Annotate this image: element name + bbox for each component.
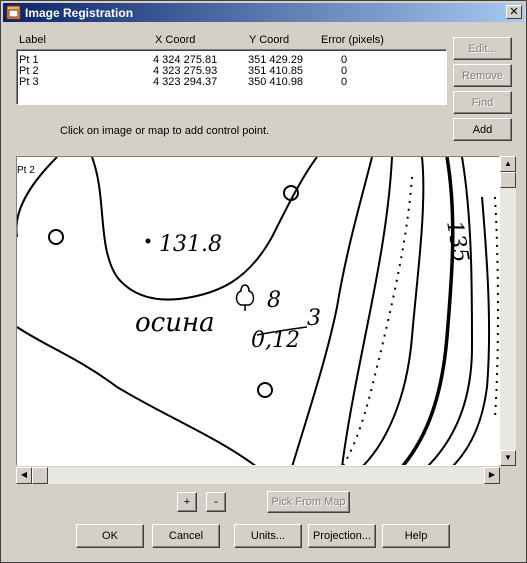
zoom-out-button[interactable]: - (206, 492, 226, 512)
vertical-scrollbar[interactable]: ▲ ▼ (500, 156, 516, 466)
control-points-list[interactable]: Pt 1 4 324 275.81 351 429.29 0 Pt 2 4 32… (16, 49, 447, 105)
tree-symbol (235, 284, 255, 311)
header-label: Label (19, 34, 46, 46)
help-button[interactable]: Help (382, 524, 450, 548)
find-button[interactable]: Find (453, 91, 512, 114)
cancel-button[interactable]: Cancel (152, 524, 220, 548)
scroll-down-button[interactable]: ▼ (500, 450, 516, 466)
vertical-scroll-thumb[interactable] (500, 172, 516, 188)
ok-button[interactable]: OK (76, 524, 144, 548)
header-error: Error (pixels) (321, 34, 384, 46)
hint-text: Click on image or map to add control poi… (60, 125, 270, 137)
image-registration-window: Image Registration ✕ Label X Coord Y Coo… (0, 0, 527, 563)
title-bar[interactable]: Image Registration ✕ (3, 3, 524, 22)
close-button[interactable]: ✕ (506, 5, 522, 19)
arrow-right-icon: ▶ (488, 470, 496, 479)
row-error: 0 (341, 76, 348, 88)
add-button[interactable]: Add (453, 118, 512, 141)
map-point-symbol (48, 229, 64, 245)
row-x-coord: 4 323 294.37 (153, 76, 218, 88)
arrow-left-icon: ◀ (20, 470, 28, 479)
horizontal-scroll-thumb[interactable] (32, 467, 48, 484)
contour-line (362, 157, 425, 465)
contour-line (401, 157, 455, 465)
edit-button[interactable]: Edit... (453, 37, 512, 60)
contour-label: 135 (441, 219, 473, 265)
arrow-up-icon: ▲ (504, 159, 512, 168)
contour-line (342, 176, 413, 465)
tree-label: осина (135, 308, 215, 338)
contour-line (494, 196, 499, 418)
map-image[interactable]: 131.8 осина 8 0,12 3 135 Pt 2 (16, 156, 500, 466)
contour-line (91, 157, 318, 301)
contour-line (291, 157, 373, 465)
close-icon: ✕ (509, 6, 519, 18)
tree-fraction-right: 3 (307, 306, 321, 331)
contour-line (17, 326, 256, 465)
row-label: Pt 3 (19, 76, 39, 88)
app-icon (6, 5, 21, 20)
scroll-right-button[interactable]: ▶ (484, 467, 500, 484)
elevation-label: 131.8 (159, 232, 222, 257)
zoom-in-button[interactable]: + (177, 492, 197, 512)
scroll-up-button[interactable]: ▲ (500, 156, 516, 172)
pick-from-map-button[interactable]: Pick From Map (267, 491, 350, 513)
tree-fraction-bottom: 0,12 (251, 328, 300, 353)
horizontal-scrollbar[interactable]: ◀ ▶ (16, 467, 500, 484)
map-point-symbol (257, 382, 273, 398)
header-y-coord: Y Coord (249, 34, 290, 46)
header-x-coord: X Coord (155, 34, 196, 46)
projection-button[interactable]: Projection... (308, 524, 376, 548)
contour-line (341, 157, 393, 465)
units-button[interactable]: Units... (234, 524, 302, 548)
spot-height-dot (145, 238, 151, 244)
window-title: Image Registration (25, 6, 134, 20)
tree-fraction-top: 8 (267, 288, 281, 313)
scroll-left-button[interactable]: ◀ (16, 467, 32, 484)
row-y-coord: 350 410.98 (248, 76, 304, 88)
remove-button[interactable]: Remove (453, 64, 512, 87)
scroll-corner (500, 467, 516, 484)
point-label: Pt 2 (17, 165, 35, 176)
arrow-down-icon: ▼ (504, 453, 512, 462)
